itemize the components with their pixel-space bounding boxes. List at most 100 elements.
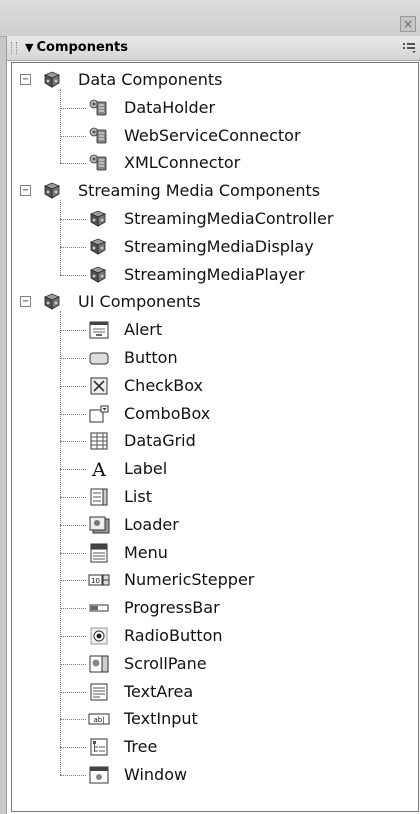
cube-icon — [88, 209, 110, 229]
tree-item-label: List — [124, 487, 152, 506]
combobox-icon — [88, 404, 110, 424]
tree-item[interactable]: List — [12, 484, 418, 510]
tree-category-label: UI Components — [78, 292, 201, 312]
tree-category[interactable]: − UI Components — [12, 289, 418, 315]
component-tree[interactable]: − Data Components DataHolder WebServiceConn… — [11, 62, 419, 812]
tree-connector-line — [60, 246, 86, 248]
tree-connector-line — [60, 219, 86, 220]
svg-text:ab|: ab| — [93, 716, 104, 724]
tree-item-label: Alert — [124, 320, 163, 340]
tree-item[interactable]: RadioButton — [12, 623, 418, 649]
tree-item-label: NumericStepper — [124, 570, 255, 590]
tree-connector-line — [60, 413, 86, 415]
cube-icon — [88, 265, 110, 285]
svg-text:A: A — [91, 459, 106, 479]
scrollpane-icon — [88, 654, 110, 674]
tree-connector-line — [60, 441, 86, 443]
tree-connector-line — [60, 135, 86, 137]
tree-item[interactable]: CheckBox — [12, 373, 418, 399]
tree-item[interactable]: DataGrid — [12, 428, 418, 454]
tree-item[interactable]: Tree — [12, 734, 418, 760]
tree-item-label: StreamingMediaController — [124, 209, 334, 228]
tree-item-label: ScrollPane — [124, 653, 207, 673]
tree-item-label: ComboBox — [124, 403, 211, 423]
tree-item[interactable]: Menu — [12, 540, 418, 566]
options-menu-icon[interactable] — [403, 42, 417, 54]
textinput-icon: ab| — [88, 709, 110, 729]
tree-item-label: StreamingMediaPlayer — [124, 264, 305, 284]
tree-item-label: Label — [124, 459, 168, 479]
alert-icon — [88, 320, 110, 340]
tree-connector-line — [60, 385, 86, 387]
tree-item[interactable]: Window — [12, 762, 418, 788]
tree-item[interactable]: WebServiceConnector — [12, 123, 418, 149]
tree-category[interactable]: − Streaming Media Components — [12, 178, 418, 204]
close-icon[interactable]: × — [400, 16, 416, 32]
tree-connector-line — [60, 200, 61, 275]
tree-item-label: CheckBox — [124, 375, 203, 395]
tree-item[interactable]: ProgressBar — [12, 595, 418, 621]
tree-connector-line — [60, 469, 86, 471]
svg-text:10: 10 — [91, 577, 100, 585]
tree-item-label: ProgressBar — [124, 598, 220, 618]
tree-item-label: XMLConnector — [124, 153, 241, 173]
tree-category-label: Data Components — [78, 70, 223, 89]
panel-header[interactable]: ▼ Components — [7, 36, 420, 61]
textarea-icon — [88, 682, 110, 702]
components-panel: ▼ Components − Data Components DataHolder We… — [6, 36, 420, 814]
data-component-icon — [88, 98, 110, 118]
tree-connector-line — [60, 358, 86, 359]
tree-connector-line — [60, 636, 86, 637]
tree-connector-line — [60, 552, 86, 554]
tree-item[interactable]: Alert — [12, 317, 418, 343]
tree-item[interactable]: StreamingMediaPlayer — [12, 262, 418, 288]
tree-category-label: Streaming Media Components — [78, 181, 321, 201]
tree-icon — [88, 737, 110, 757]
panel-title[interactable]: ▼ Components — [25, 40, 128, 55]
datagrid-icon — [88, 431, 110, 451]
collapse-toggle-icon[interactable]: − — [20, 296, 31, 308]
grip-icon[interactable] — [11, 42, 17, 54]
tree-item[interactable]: A Label — [12, 456, 418, 482]
tree-item[interactable]: ComboBox — [12, 401, 418, 427]
tree-item[interactable]: DataHolder — [12, 95, 418, 121]
tree-connector-line — [60, 719, 86, 721]
tree-item-label: Menu — [124, 542, 168, 562]
list-icon — [88, 487, 110, 507]
tree-item[interactable]: ab| TextInput — [12, 706, 418, 732]
data-component-icon — [88, 153, 110, 173]
radiobutton-icon — [88, 626, 110, 646]
tree-item-label: Button — [124, 348, 178, 367]
tree-item-label: WebServiceConnector — [124, 125, 301, 145]
tree-item[interactable]: Button — [12, 345, 418, 371]
tree-item[interactable]: Loader — [12, 512, 418, 538]
progressbar-icon — [88, 598, 110, 618]
tree-item-label: DataGrid — [124, 431, 196, 451]
menu-icon — [88, 543, 110, 563]
collapse-toggle-icon[interactable]: − — [20, 185, 31, 197]
tree-item-label: TextArea — [124, 681, 194, 701]
tree-item-label: DataHolder — [124, 97, 216, 117]
tree-item[interactable]: 10 NumericStepper — [12, 567, 418, 593]
tree-item[interactable]: XMLConnector — [12, 150, 418, 176]
label-icon: A — [88, 459, 110, 481]
tree-item[interactable]: TextArea — [12, 679, 418, 705]
tree-connector-line — [60, 330, 86, 332]
loader-icon — [88, 515, 110, 535]
window-top-bar: × — [0, 0, 420, 37]
tree-connector-line — [60, 497, 86, 498]
tree-connector-line — [60, 524, 86, 526]
tree-item[interactable]: ScrollPane — [12, 651, 418, 677]
tree-connector-line — [60, 580, 86, 582]
cube-icon — [42, 292, 62, 312]
tree-category[interactable]: − Data Components — [12, 67, 418, 93]
checkbox-icon — [88, 376, 110, 396]
tree-connector-line — [60, 663, 86, 665]
collapse-triangle-icon[interactable]: ▼ — [25, 41, 33, 54]
tree-connector-line — [60, 608, 86, 610]
tree-connector-line — [60, 89, 61, 164]
tree-item[interactable]: StreamingMediaController — [12, 206, 418, 232]
tree-item-label: TextInput — [124, 709, 198, 729]
collapse-toggle-icon[interactable]: − — [20, 74, 31, 85]
tree-item[interactable]: StreamingMediaDisplay — [12, 234, 418, 260]
